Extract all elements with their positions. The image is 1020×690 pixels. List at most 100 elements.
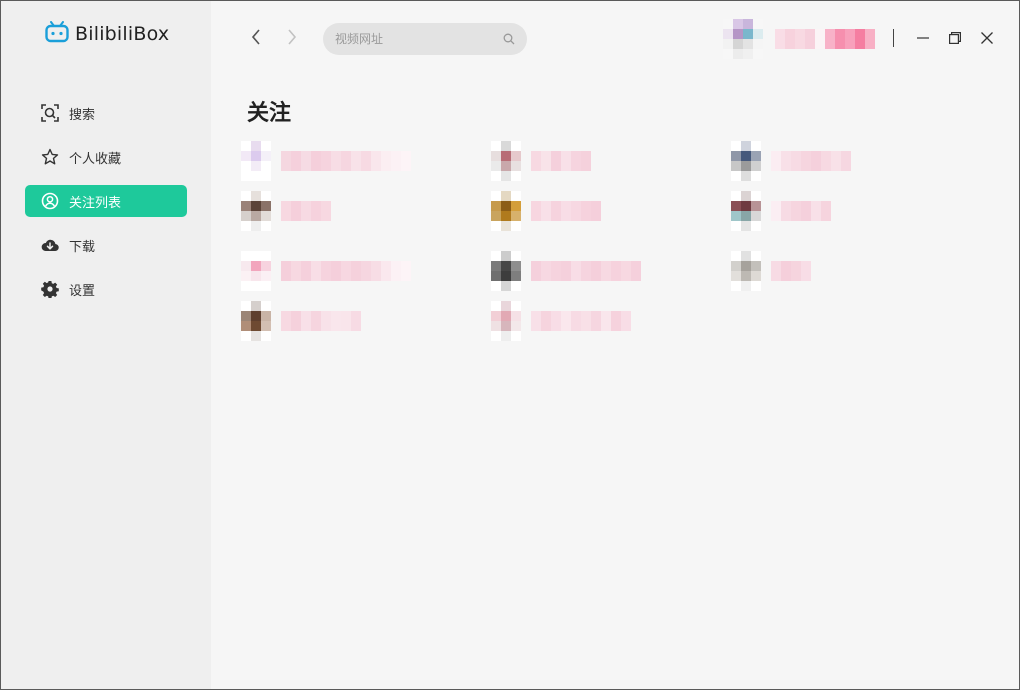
avatar-pixel <box>733 29 743 39</box>
avatar-pixel <box>511 321 521 331</box>
username-pixelated <box>531 151 591 171</box>
avatar-pixel <box>501 141 511 151</box>
username-pixel <box>541 151 551 171</box>
following-item[interactable] <box>731 141 851 181</box>
avatar-pixel <box>241 261 251 271</box>
following-item[interactable] <box>491 251 641 291</box>
search-icon[interactable] <box>503 30 515 49</box>
username-pixel <box>591 311 601 331</box>
avatar-pixel <box>753 49 763 59</box>
avatar[interactable] <box>723 19 763 59</box>
close-button[interactable] <box>976 27 998 49</box>
sidebar-item-search[interactable]: 搜索 <box>25 97 187 129</box>
avatar-pixel <box>723 29 733 39</box>
avatar-pixel <box>511 261 521 271</box>
avatar-pixel <box>501 321 511 331</box>
sidebar-item-download[interactable]: 下载 <box>25 229 187 261</box>
username-pixel <box>811 151 821 171</box>
minimize-button[interactable] <box>912 27 934 49</box>
username-pixel <box>381 261 391 281</box>
username-pixel <box>611 311 621 331</box>
username-pixel <box>591 201 601 221</box>
avatar-pixel <box>251 141 261 151</box>
app-title: BilibiliBox <box>75 23 170 45</box>
main-panel: 关注 <box>211 1 1019 689</box>
avatar[interactable] <box>491 251 521 291</box>
username-pixel <box>301 311 311 331</box>
username-pixel <box>815 29 825 49</box>
following-item[interactable] <box>491 191 601 231</box>
url-input[interactable] <box>335 32 503 46</box>
following-item[interactable] <box>241 301 361 341</box>
username-pixel <box>581 311 591 331</box>
sidebar-item-following[interactable]: 关注列表 <box>25 185 187 217</box>
avatar-pixel <box>241 321 251 331</box>
username-pixel <box>791 261 801 281</box>
avatar[interactable] <box>491 191 521 231</box>
sidebar-item-settings[interactable]: 设置 <box>25 273 187 305</box>
following-item[interactable] <box>241 251 411 291</box>
avatar[interactable] <box>241 191 271 231</box>
avatar-pixel <box>511 251 521 261</box>
username-pixel <box>835 29 845 49</box>
username-pixel <box>341 261 351 281</box>
avatar-pixel <box>511 271 521 281</box>
username-pixelated <box>281 261 411 281</box>
following-item[interactable] <box>241 141 411 181</box>
username-pixel <box>561 151 571 171</box>
username-pixel <box>571 311 581 331</box>
username-pixel <box>301 261 311 281</box>
avatar[interactable] <box>731 191 761 231</box>
restore-button[interactable] <box>944 27 966 49</box>
avatar-pixel <box>751 141 761 151</box>
avatar[interactable] <box>731 251 761 291</box>
avatar-pixel <box>261 141 271 151</box>
username-pixel <box>831 151 841 171</box>
avatar[interactable] <box>241 251 271 291</box>
username-pixel <box>845 29 855 49</box>
following-item[interactable] <box>491 301 631 341</box>
restore-icon <box>949 29 961 48</box>
avatar-pixel <box>723 49 733 59</box>
avatar-pixel <box>491 191 501 201</box>
username-pixel <box>781 151 791 171</box>
username-pixel <box>351 311 361 331</box>
avatar[interactable] <box>241 301 271 341</box>
sidebar-item-label: 下载 <box>69 239 96 255</box>
avatar-pixel <box>741 201 751 211</box>
avatar-pixel <box>261 151 271 161</box>
username-pixel <box>331 151 341 171</box>
following-item[interactable] <box>731 191 831 231</box>
avatar-pixel <box>501 191 511 201</box>
forward-button[interactable] <box>283 29 301 49</box>
avatar[interactable] <box>731 141 761 181</box>
username-pixel <box>821 201 831 221</box>
avatar-pixel <box>491 161 501 171</box>
user-profile[interactable] <box>723 19 875 59</box>
username-pixel <box>531 261 541 281</box>
username-pixelated <box>531 261 641 281</box>
avatar-pixel <box>731 201 741 211</box>
following-item[interactable] <box>241 191 331 231</box>
avatar-pixel <box>501 201 511 211</box>
username-pixel <box>865 29 875 49</box>
back-button[interactable] <box>247 29 265 49</box>
avatar-pixel <box>741 221 751 231</box>
avatar[interactable] <box>491 301 521 341</box>
username-pixel <box>341 151 351 171</box>
avatar-pixel <box>501 281 511 291</box>
following-item[interactable] <box>731 251 811 291</box>
username-pixel <box>841 151 851 171</box>
avatar-pixel <box>491 141 501 151</box>
username-pixel <box>321 151 331 171</box>
avatar-pixel <box>491 271 501 281</box>
following-item[interactable] <box>491 141 591 181</box>
avatar[interactable] <box>491 141 521 181</box>
avatar-pixel <box>751 191 761 201</box>
avatar-pixel <box>731 171 741 181</box>
avatar-pixel <box>743 29 753 39</box>
avatar-pixel <box>241 331 251 341</box>
sidebar-item-favorites[interactable]: 个人收藏 <box>25 141 187 173</box>
avatar[interactable] <box>241 141 271 181</box>
avatar-pixel <box>751 211 761 221</box>
